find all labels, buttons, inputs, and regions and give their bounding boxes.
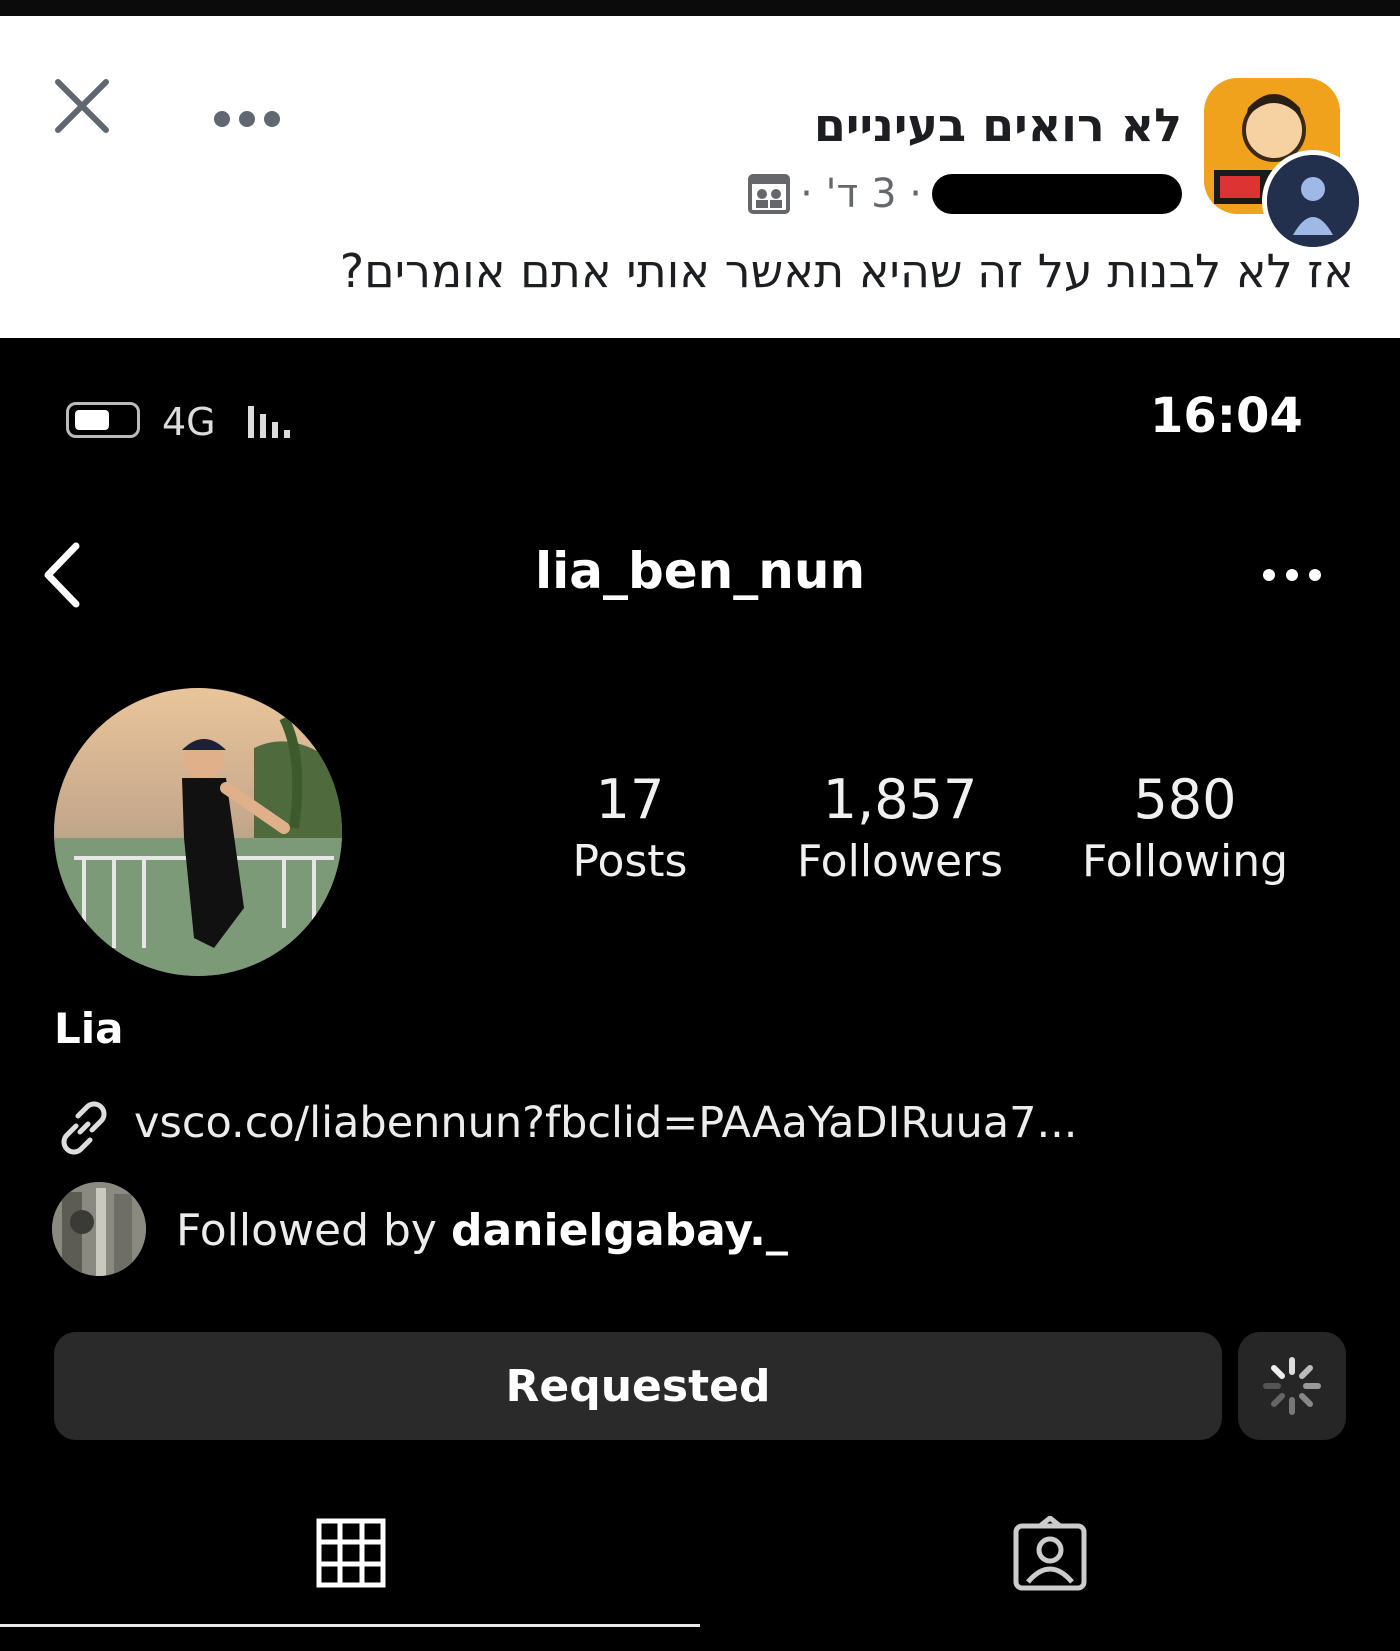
network-type: 4G	[162, 400, 216, 444]
follower-avatar[interactable]	[52, 1182, 146, 1276]
redacted-author-name	[932, 174, 1182, 214]
facebook-post-header: לא רואים בעיניים · 3 ד' · אז לא לבנות על	[0, 16, 1400, 338]
followed-by-text[interactable]: Followed by danielgabay._	[176, 1205, 788, 1256]
signal-icon	[248, 406, 290, 438]
user-avatar[interactable]	[1262, 150, 1364, 252]
top-edge-bar	[0, 0, 1400, 16]
followed-by-prefix: Followed by	[176, 1205, 451, 1256]
group-name[interactable]: לא רואים בעיניים	[814, 98, 1182, 152]
profile-link[interactable]: vsco.co/liabennun?fbclid=PAAaYaDIRuua7..…	[134, 1098, 1077, 1148]
posts-count: 17	[595, 768, 665, 831]
tagged-person-icon[interactable]	[1012, 1516, 1088, 1592]
posts-label: Posts	[572, 836, 688, 887]
followed-by-username[interactable]: danielgabay._	[451, 1205, 788, 1256]
status-time: 16:04	[1150, 388, 1303, 444]
followers-count: 1,857	[822, 768, 978, 831]
active-tab-indicator	[0, 1624, 700, 1627]
following-stat[interactable]: 580 Following	[1050, 768, 1320, 892]
post-meta: · 3 ד' ·	[748, 168, 1182, 220]
profile-display-name: Lia	[54, 1004, 124, 1053]
requested-button[interactable]: Requested	[54, 1332, 1222, 1440]
followers-label: Followers	[796, 836, 1004, 887]
audience-members-icon	[748, 174, 791, 214]
loading-spinner-icon	[1263, 1357, 1321, 1415]
link-icon	[61, 1101, 107, 1155]
following-label: Following	[1081, 836, 1289, 887]
followers-stat[interactable]: 1,857 Followers	[780, 768, 1020, 892]
more-horizontal-icon[interactable]	[212, 108, 282, 130]
grid-icon[interactable]	[316, 1518, 386, 1588]
more-options-icon[interactable]	[1262, 568, 1322, 582]
post-text: אז לא לבנות על זה שהיא תאשר אותי אתם אומ…	[339, 244, 1354, 298]
battery-icon	[66, 402, 140, 438]
close-icon[interactable]	[52, 76, 112, 136]
profile-username: lia_ben_nun	[534, 542, 866, 600]
post-time[interactable]: · 3 ד' ·	[800, 171, 922, 217]
following-count: 580	[1133, 768, 1237, 831]
profile-avatar[interactable]	[54, 688, 342, 976]
posts-stat[interactable]: 17 Posts	[540, 768, 720, 892]
suggested-users-button[interactable]	[1238, 1332, 1346, 1440]
